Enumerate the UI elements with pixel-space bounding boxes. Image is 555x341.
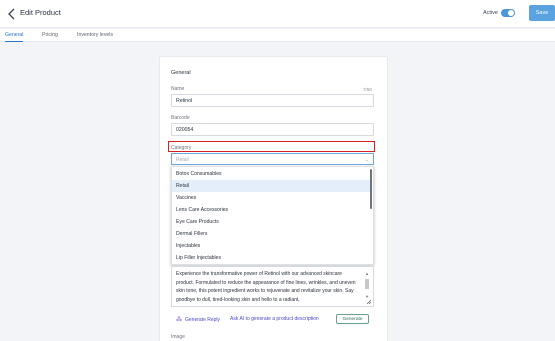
tab-general[interactable]: General [5,32,24,42]
category-option[interactable]: Injectables [172,240,371,252]
dropdown-scrollbar[interactable] [370,169,372,209]
category-option[interactable]: Lens Care Accessories [172,204,371,216]
category-select[interactable]: Retail ⌄ [171,153,374,165]
description-textarea[interactable]: Experience the transformative power of R… [171,266,374,307]
category-option[interactable]: Dermal Fillers [172,228,371,240]
description-scrollbar[interactable] [365,279,369,289]
category-select-value: Retail [176,157,189,163]
category-option[interactable]: Botox Consumables [172,168,371,180]
category-option-selected[interactable]: Retail [172,180,371,192]
category-option[interactable]: Lip Filler Injectables [172,252,371,264]
category-dropdown: Botox Consumables Retail Vaccines Lens C… [171,166,374,265]
section-title: General [171,70,191,76]
active-label: Active [483,10,498,16]
name-label: Name [171,86,185,92]
save-button[interactable]: Save [529,5,555,21]
barcode-label: Barcode [171,115,190,121]
name-counter: 7/50 [363,87,372,92]
scroll-up-icon[interactable]: ▲ [365,270,369,279]
chevron-down-icon: ⌄ [364,157,369,163]
image-label: Image [171,334,185,340]
tab-bar: General Pricing Inventory levels [0,29,555,42]
description-text: Experience the transformative power of R… [176,271,356,303]
generate-button[interactable]: Generate [336,314,369,324]
category-option[interactable]: Vaccines [172,192,371,204]
barcode-input[interactable]: 020054 [171,123,374,136]
generate-reply-link[interactable]: Generate Reply [185,317,220,323]
page-title: Edit Product [20,8,61,17]
category-option[interactable]: Eye Care Products [172,216,371,228]
sparkle-icon: ⁂ [176,317,182,323]
top-bar: Edit Product Active Save [0,0,555,28]
ai-hint-text: Ask AI to generate a product description [230,316,319,322]
resize-handle-icon[interactable] [366,299,372,305]
category-highlight-box [168,141,375,152]
name-input[interactable]: Retinol [171,94,374,107]
tab-inventory-levels[interactable]: Inventory levels [77,32,113,42]
ai-row: ⁂ Generate Reply Ask AI to generate a pr… [176,315,319,324]
toggle-knob [508,10,514,16]
active-toggle[interactable] [501,9,515,17]
tab-pricing[interactable]: Pricing [42,32,58,42]
back-arrow-icon[interactable] [6,7,18,21]
